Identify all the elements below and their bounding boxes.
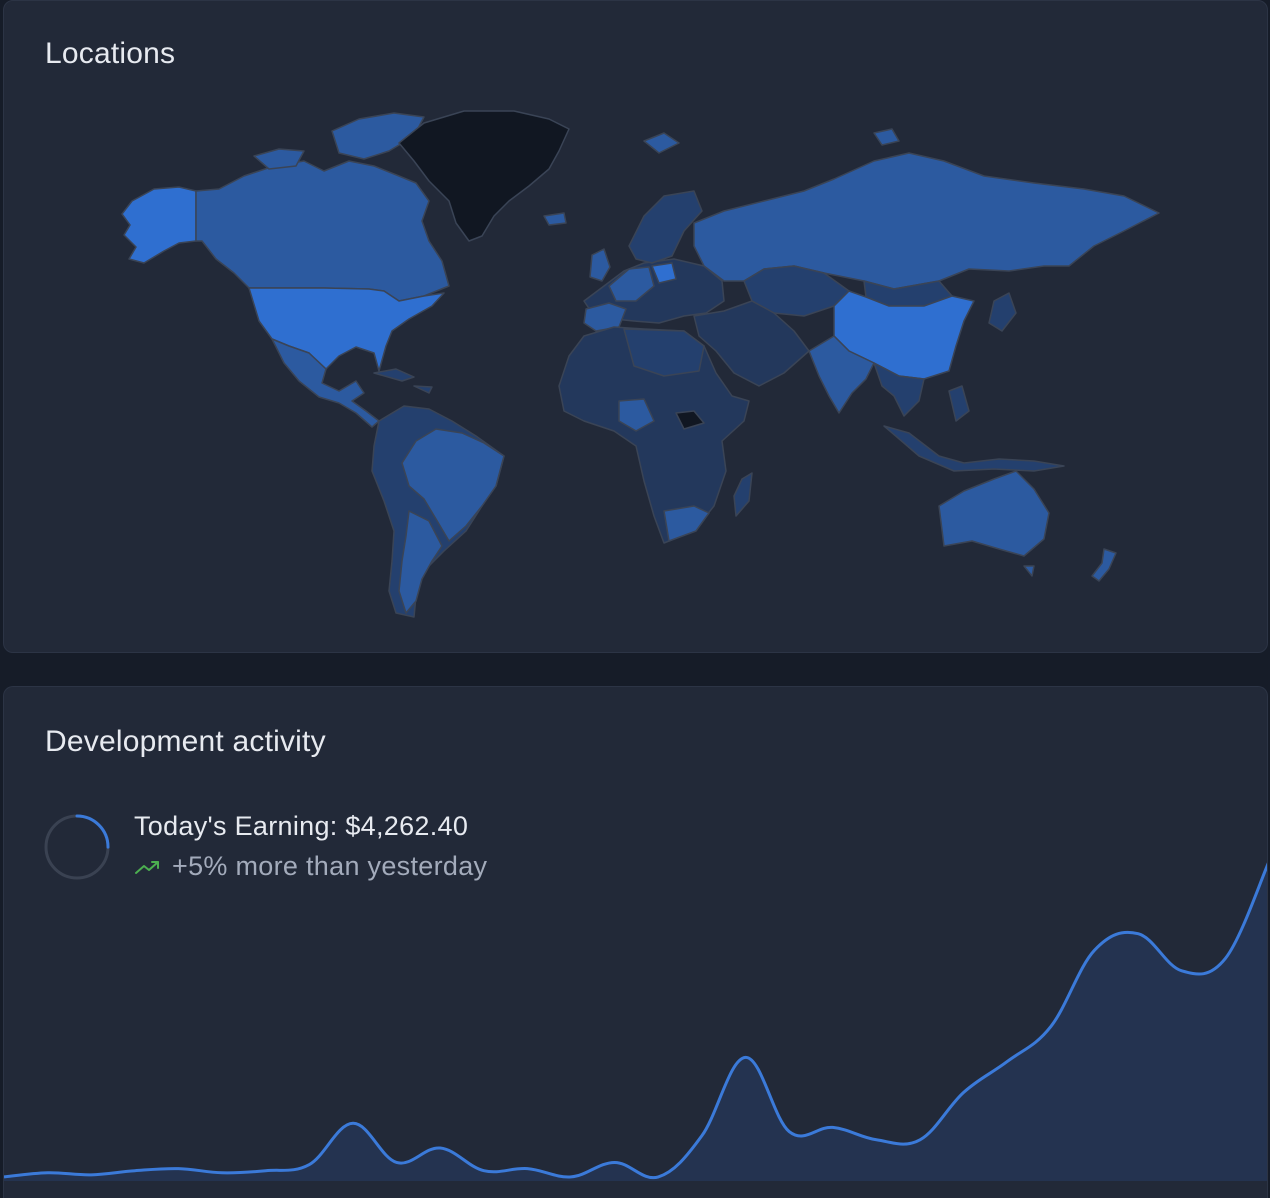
chart-point[interactable] bbox=[1221, 954, 1229, 962]
chart-point[interactable] bbox=[960, 1088, 968, 1096]
chart-point[interactable] bbox=[567, 1173, 575, 1181]
trend-row: +5% more than yesterday bbox=[134, 851, 487, 882]
chart-point[interactable] bbox=[1178, 967, 1186, 975]
chart-point[interactable] bbox=[305, 1161, 313, 1169]
map-region-scandinavia[interactable] bbox=[628, 190, 703, 264]
chart-point[interactable] bbox=[872, 1136, 880, 1144]
chart-point[interactable] bbox=[785, 1128, 793, 1136]
locations-card: Locations bbox=[3, 0, 1268, 653]
chart-point[interactable] bbox=[480, 1167, 488, 1175]
chart-point[interactable] bbox=[44, 1169, 52, 1177]
todays-earning-text: Today's Earning: $4,262.40 bbox=[134, 811, 469, 841]
map-region-iceland[interactable] bbox=[543, 212, 567, 226]
trend-text: +5% more than yesterday bbox=[172, 851, 488, 881]
chart-point[interactable] bbox=[698, 1132, 706, 1140]
world-map bbox=[121, 110, 1160, 618]
chart-point[interactable] bbox=[611, 1158, 619, 1166]
chart-point[interactable] bbox=[262, 1167, 270, 1175]
chart-point[interactable] bbox=[829, 1123, 837, 1131]
trending-up-icon bbox=[135, 860, 159, 874]
map-region-south-africa[interactable] bbox=[663, 505, 710, 542]
chart-point[interactable] bbox=[393, 1158, 401, 1166]
map-region-tasmania[interactable] bbox=[1023, 565, 1035, 577]
chart-point[interactable] bbox=[1091, 946, 1099, 954]
activity-area-chart bbox=[4, 858, 1268, 1181]
map-region-united-states[interactable] bbox=[248, 287, 445, 372]
map-region-new-zealand[interactable] bbox=[1091, 548, 1117, 582]
development-activity-card: Development activity Today's Earning: $4… bbox=[3, 686, 1268, 1198]
map-region-svalbard[interactable] bbox=[643, 128, 900, 154]
chart-point[interactable] bbox=[218, 1169, 226, 1177]
map-region-madagascar[interactable] bbox=[733, 472, 753, 517]
progress-ring bbox=[44, 814, 110, 880]
chart-point[interactable] bbox=[349, 1119, 357, 1127]
chart-point[interactable] bbox=[1134, 930, 1142, 938]
chart-point[interactable] bbox=[87, 1171, 95, 1179]
area-fill bbox=[4, 866, 1267, 1181]
chart-point[interactable] bbox=[1047, 1022, 1055, 1030]
map-region-canada[interactable] bbox=[195, 160, 450, 302]
map-region-japan[interactable] bbox=[988, 292, 1017, 332]
map-region-greenland[interactable] bbox=[398, 110, 570, 242]
map-region-united-kingdom[interactable] bbox=[589, 248, 611, 282]
map-region-australia[interactable] bbox=[938, 470, 1050, 557]
chart-point[interactable] bbox=[916, 1136, 924, 1144]
chart-point[interactable] bbox=[1265, 858, 1268, 866]
chart-point[interactable] bbox=[654, 1173, 662, 1181]
chart-point[interactable] bbox=[1003, 1057, 1011, 1065]
map-region-indonesia[interactable] bbox=[883, 425, 1065, 472]
map-region-philippines[interactable] bbox=[948, 385, 970, 422]
chart-point[interactable] bbox=[742, 1053, 750, 1061]
chart-point[interactable] bbox=[174, 1165, 182, 1173]
map-region-canada-islands[interactable] bbox=[253, 112, 425, 170]
chart-point[interactable] bbox=[436, 1144, 444, 1152]
chart-point[interactable] bbox=[131, 1167, 139, 1175]
chart-point[interactable] bbox=[523, 1165, 531, 1173]
map-region-caribbean[interactable] bbox=[373, 368, 433, 394]
map-region-alaska[interactable] bbox=[121, 186, 197, 264]
